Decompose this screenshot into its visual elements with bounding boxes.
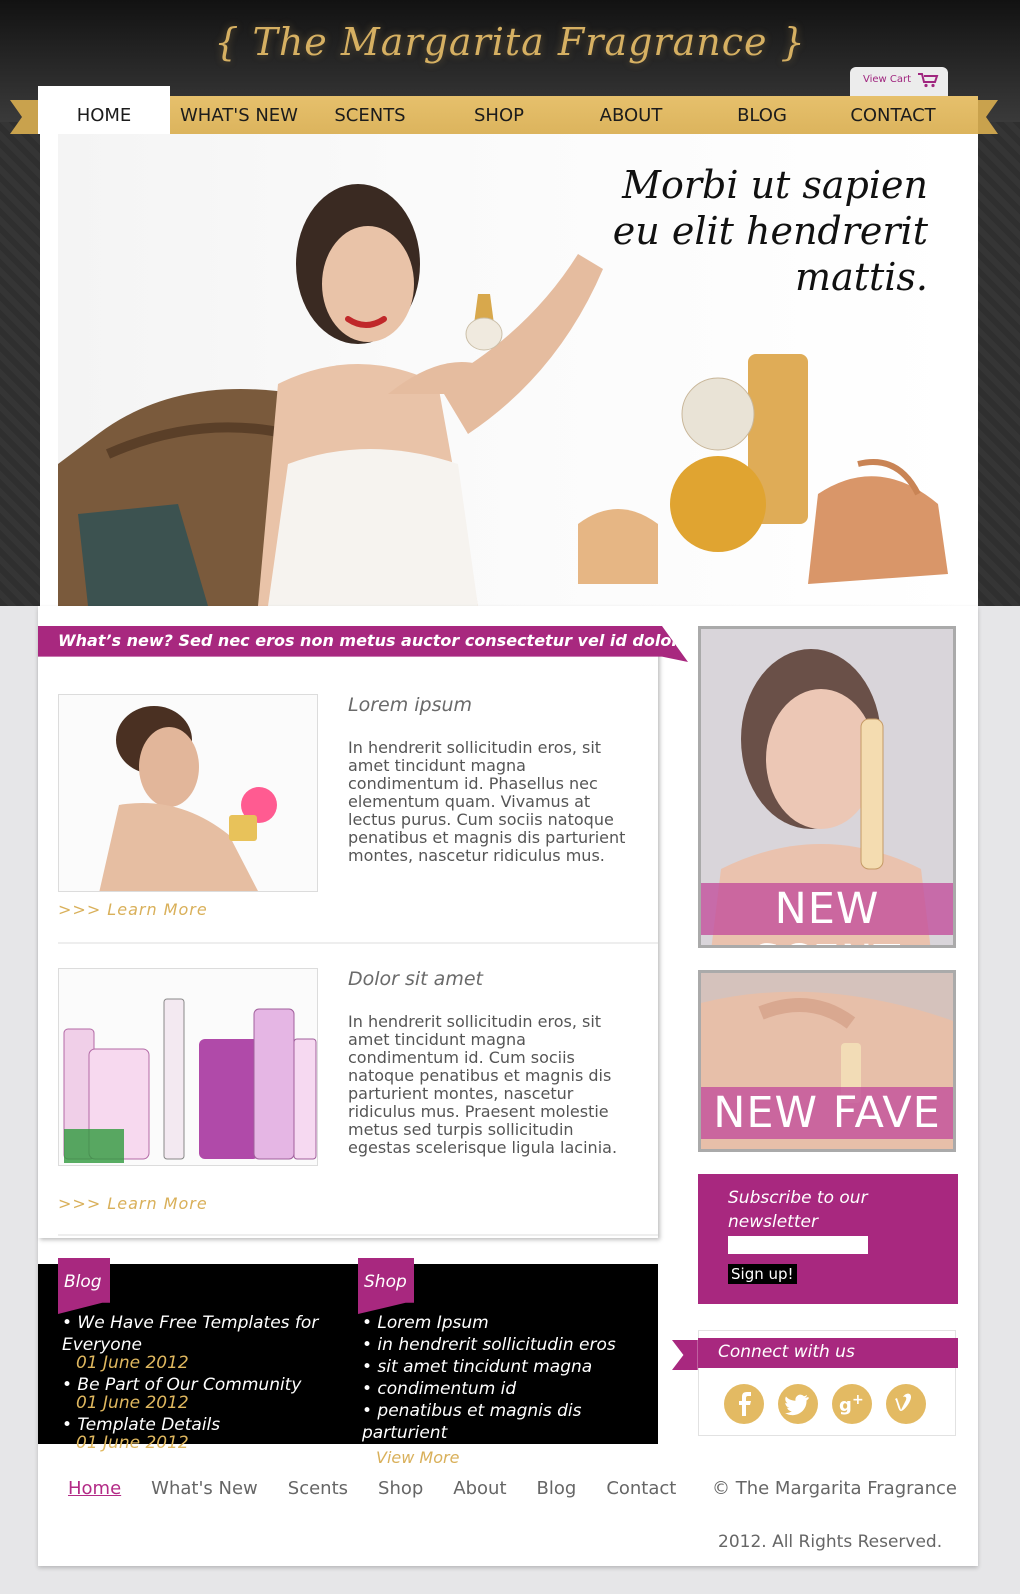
svg-text:+: + xyxy=(852,1392,864,1408)
hero-banner: Morbi ut sapien eu elit hendrerit mattis… xyxy=(40,134,978,606)
copyright-line-1: © The Margarita Fragrance xyxy=(712,1478,957,1499)
new-fave-label: NEW FAVE xyxy=(701,1087,953,1139)
nav-blog[interactable]: BLOG xyxy=(696,96,828,134)
signup-button[interactable]: Sign up! xyxy=(728,1264,797,1284)
whats-new-banner: What’s new? Sed nec eros non metus aucto… xyxy=(38,626,688,662)
article-2: Dolor sit amet In hendrerit sollicitudin… xyxy=(58,968,658,1213)
article-1-body: In hendrerit sollicitudin eros, sit amet… xyxy=(348,738,626,865)
svg-text:g: g xyxy=(839,1395,852,1416)
article-2-image[interactable] xyxy=(58,968,318,1166)
vimeo-icon[interactable] xyxy=(886,1384,926,1424)
shop-item[interactable]: • in hendrerit sollicitudin eros xyxy=(362,1334,658,1356)
blog-post-title: • We Have Free Templates for Everyone xyxy=(62,1313,319,1355)
shop-list: • Lorem Ipsum • in hendrerit sollicitudi… xyxy=(362,1312,658,1444)
new-scent-label: NEW SCENT xyxy=(701,883,953,945)
blog-post-3[interactable]: • Template Details 01 June 2012 xyxy=(62,1414,352,1454)
footer-link-whats-new[interactable]: What's New xyxy=(151,1478,258,1499)
article-divider xyxy=(58,942,658,944)
article-1-title: Lorem ipsum xyxy=(348,694,473,716)
hero-tagline: Morbi ut sapien eu elit hendrerit mattis… xyxy=(612,163,928,299)
twitter-icon[interactable] xyxy=(778,1384,818,1424)
footer-link-shop[interactable]: Shop xyxy=(378,1478,423,1499)
article-1-image[interactable] xyxy=(58,694,318,892)
view-cart-label: View Cart xyxy=(863,74,912,85)
shop-item[interactable]: • sit amet tincidunt magna xyxy=(362,1356,658,1378)
site-logo[interactable]: { The Margarita Fragrance } xyxy=(0,20,1020,64)
new-scent-promo[interactable]: NEW SCENT xyxy=(698,626,956,948)
article-1-learn-more[interactable]: >>> Learn More xyxy=(58,900,208,919)
shop-view-more-link[interactable]: View More xyxy=(376,1448,459,1467)
google-plus-icon[interactable]: g + xyxy=(832,1384,872,1424)
shop-item[interactable]: • Lorem Ipsum xyxy=(362,1312,658,1334)
newsletter-title: Subscribe to our newsletter xyxy=(728,1188,868,1232)
shop-item[interactable]: • condimentum id xyxy=(362,1378,658,1400)
copyright-line-2: 2012. All Rights Reserved. xyxy=(718,1532,943,1552)
footer-nav: Home What's New Scents Shop About Blog C… xyxy=(68,1478,676,1499)
footer-link-blog[interactable]: Blog xyxy=(537,1478,577,1499)
newsletter-email-input[interactable] xyxy=(728,1236,868,1254)
nav-home[interactable]: HOME xyxy=(38,86,170,134)
blog-post-date: 01 June 2012 xyxy=(76,1393,189,1413)
blog-post-date: 01 June 2012 xyxy=(76,1433,189,1453)
nav-shop[interactable]: SHOP xyxy=(432,96,566,134)
footer-link-contact[interactable]: Contact xyxy=(606,1478,676,1499)
nav-contact[interactable]: CONTACT xyxy=(828,96,958,134)
connect-label: Connect with us xyxy=(698,1338,958,1368)
nav-about[interactable]: ABOUT xyxy=(566,96,696,134)
footer-link-home[interactable]: Home xyxy=(68,1478,121,1499)
footer-link-scents[interactable]: Scents xyxy=(288,1478,348,1499)
cart-icon xyxy=(917,72,939,88)
nav-whats-new[interactable]: WHAT'S NEW xyxy=(170,96,308,134)
article-2-title: Dolor sit amet xyxy=(348,968,483,990)
article-1: Lorem ipsum In hendrerit sollicitudin er… xyxy=(58,694,658,924)
blog-post-date: 01 June 2012 xyxy=(76,1353,189,1373)
blog-post-1[interactable]: • We Have Free Templates for Everyone 01… xyxy=(62,1312,352,1374)
view-cart-button[interactable]: View Cart xyxy=(850,67,948,97)
new-fave-promo[interactable]: NEW FAVE xyxy=(698,970,956,1152)
main-nav: HOME WHAT'S NEW SCENTS SHOP ABOUT BLOG C… xyxy=(38,86,978,134)
article-2-body: In hendrerit sollicitudin eros, sit amet… xyxy=(348,1012,618,1157)
shop-item[interactable]: • penatibus et magnis dis parturient xyxy=(362,1400,658,1444)
blog-post-2[interactable]: • Be Part of Our Community 01 June 2012 xyxy=(62,1374,352,1414)
newsletter-box: Subscribe to our newsletter Sign up! xyxy=(698,1174,958,1304)
article-2-learn-more[interactable]: >>> Learn More xyxy=(58,1194,208,1213)
facebook-icon[interactable] xyxy=(724,1384,764,1424)
nav-scents[interactable]: SCENTS xyxy=(308,96,432,134)
footer-link-about[interactable]: About xyxy=(453,1478,506,1499)
blog-list: • We Have Free Templates for Everyone 01… xyxy=(62,1312,352,1454)
article-divider xyxy=(58,1234,658,1236)
